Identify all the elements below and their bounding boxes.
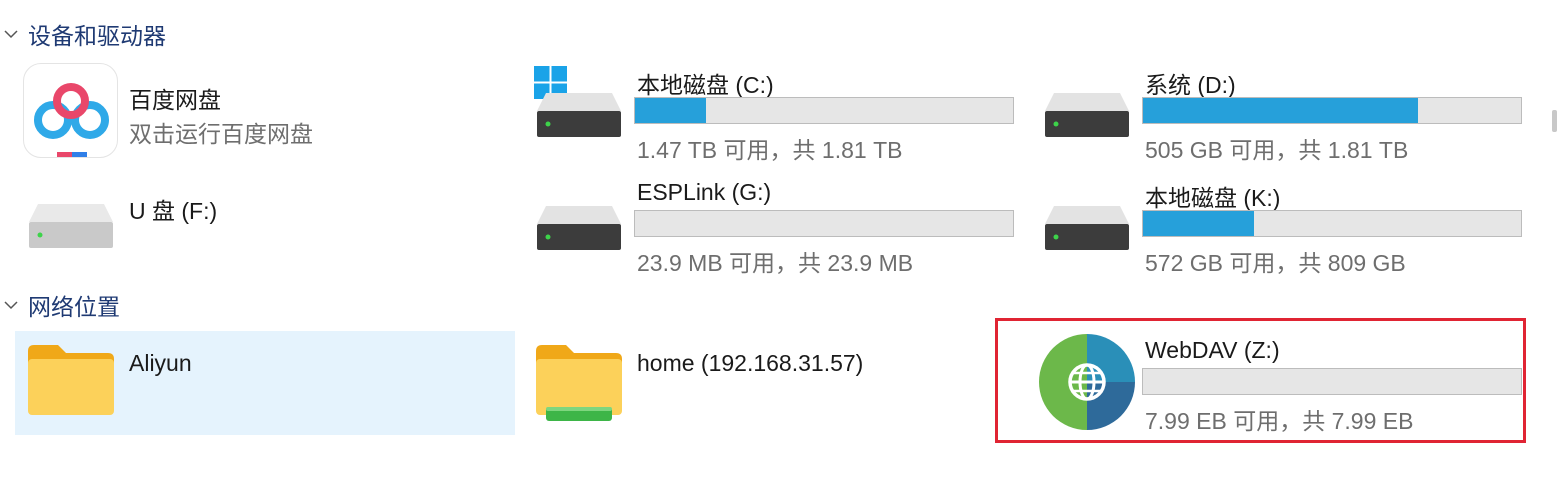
folder-icon	[28, 345, 114, 415]
drive-usage-fill	[635, 98, 707, 123]
drive-icon	[29, 204, 113, 248]
item-name: 系统 (D:)	[1145, 72, 1236, 98]
item-name: 本地磁盘 (K:)	[1145, 185, 1281, 211]
drive-free-space: 572 GB 可用，共 809 GB	[1145, 250, 1406, 276]
drive-usage-fill	[1143, 98, 1418, 123]
red-highlight-frame	[995, 318, 1526, 443]
chevron-down-icon[interactable]	[4, 27, 18, 41]
item-name: home (192.168.31.57)	[637, 350, 864, 376]
drive-free-space: 505 GB 可用，共 1.81 TB	[1145, 137, 1409, 163]
drive-usage-fill	[1143, 211, 1254, 236]
drive-icon	[1045, 206, 1129, 250]
drive-free-space: 23.9 MB 可用，共 23.9 MB	[637, 250, 914, 276]
baidu-netdisk-icon	[23, 63, 118, 158]
section-header-devices[interactable]: 设备和驱动器	[0, 16, 166, 52]
drive-d-item[interactable]: 系统 (D:) 505 GB 可用，共 1.81 TB	[1036, 60, 1526, 164]
section-title-devices: 设备和驱动器	[28, 23, 166, 49]
item-name: ESPLink (G:)	[637, 179, 772, 205]
drive-icon	[537, 206, 621, 250]
drive-c-item[interactable]: 本地磁盘 (C:) 1.47 TB 可用，共 1.81 TB	[528, 60, 1018, 164]
item-name: 本地磁盘 (C:)	[637, 72, 774, 98]
scrollbar-edge[interactable]	[1552, 110, 1557, 132]
item-name: Aliyun	[129, 350, 192, 376]
item-name: 百度网盘	[129, 87, 221, 113]
network-folder-icon	[536, 345, 622, 421]
item-name: U 盘 (F:)	[129, 198, 218, 224]
chevron-down-icon[interactable]	[4, 298, 18, 312]
baidu-netdisk-item[interactable]: 百度网盘 双击运行百度网盘	[20, 60, 500, 164]
drive-k-item[interactable]: 本地磁盘 (K:) 572 GB 可用，共 809 GB	[1036, 173, 1526, 277]
drive-icon	[537, 93, 621, 137]
drive-usage-bar	[1142, 97, 1522, 124]
drive-f-item[interactable]: U 盘 (F:)	[20, 178, 500, 258]
drive-usage-bar	[634, 210, 1014, 237]
drive-free-space: 1.47 TB 可用，共 1.81 TB	[637, 137, 903, 163]
item-subtitle: 双击运行百度网盘	[129, 121, 313, 147]
drive-icon	[1045, 93, 1129, 137]
network-home-item[interactable]: home (192.168.31.57)	[528, 331, 1018, 435]
network-aliyun-item[interactable]: Aliyun	[15, 331, 515, 435]
section-title-network: 网络位置	[28, 294, 120, 320]
drive-g-item[interactable]: ESPLink (G:) 23.9 MB 可用，共 23.9 MB	[528, 173, 1018, 277]
drive-usage-bar	[634, 97, 1014, 124]
section-header-network[interactable]: 网络位置	[0, 287, 120, 323]
drive-usage-bar	[1142, 210, 1522, 237]
